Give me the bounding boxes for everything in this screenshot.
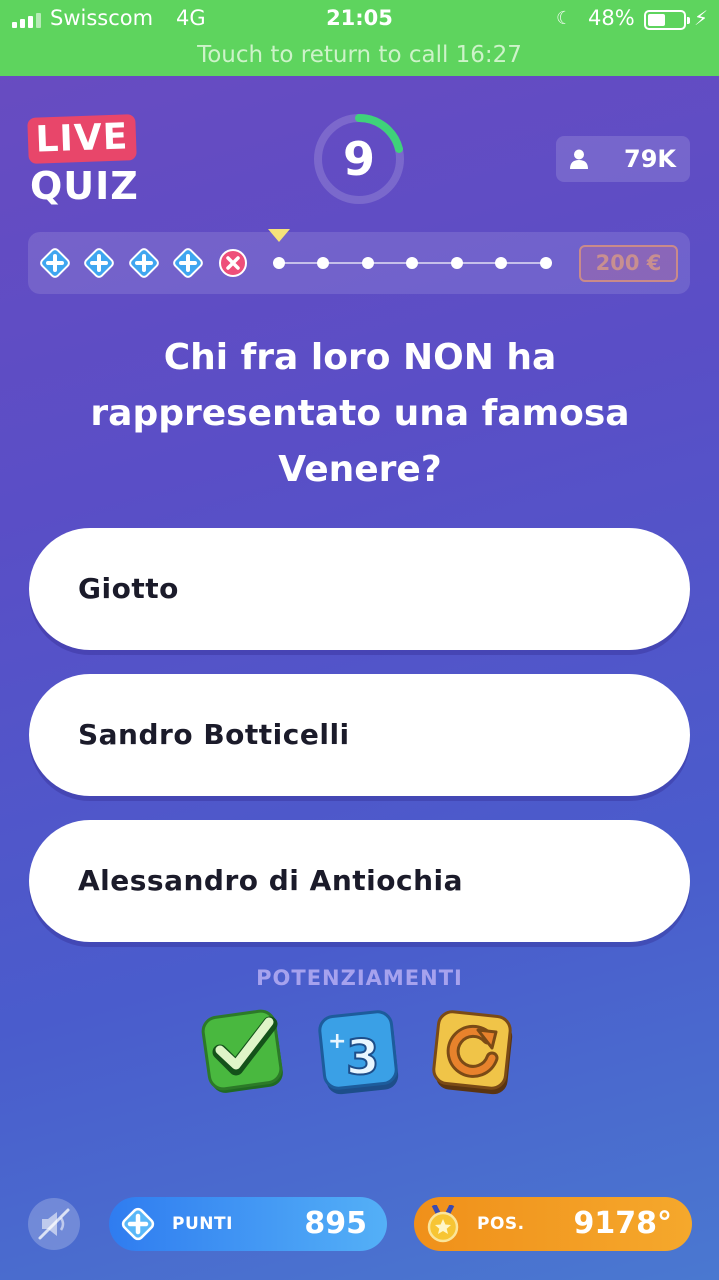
live-quiz-logo: LIVE QUIZ <box>27 114 139 212</box>
correct-step-icon <box>40 248 70 278</box>
refresh-icon <box>432 1010 513 1095</box>
wrong-step-icon <box>219 249 247 277</box>
battery-icon <box>644 10 690 30</box>
answer-option-2[interactable]: Sandro Botticelli <box>29 674 690 796</box>
person-icon <box>570 149 588 169</box>
viewer-count: 79K <box>556 136 690 182</box>
viewer-count-value: 79K <box>624 145 676 173</box>
status-bar[interactable]: Swisscom 4G 21:05 ☾ 48% ⚡ Touch to retur… <box>0 0 719 76</box>
question-text: Chi fra loro NON ha rappresentato una fa… <box>90 337 630 490</box>
charging-icon: ⚡ <box>694 6 709 30</box>
svg-text:3: 3 <box>346 1030 379 1086</box>
answer-label: Alessandro di Antiochia <box>78 864 463 897</box>
correct-step-icon <box>173 248 203 278</box>
points-label: PUNTI <box>172 1214 233 1234</box>
position-pill: POS. 9178° <box>414 1197 692 1251</box>
quiz-screen: Swisscom 4G 21:05 ☾ 48% ⚡ Touch to retur… <box>0 0 719 1280</box>
prize-badge: 200 € <box>579 245 678 282</box>
logo-quiz-text: QUIZ <box>30 164 139 208</box>
points-value: 895 <box>304 1206 367 1241</box>
pending-step-dot <box>317 257 329 269</box>
plus-three-icon: + 3 <box>318 1010 399 1095</box>
points-pill: PUNTI 895 <box>109 1197 387 1251</box>
answer-option-1[interactable]: Giotto <box>29 528 690 650</box>
checkmark-icon <box>201 1009 283 1093</box>
mute-button[interactable] <box>28 1198 80 1250</box>
answer-label: Giotto <box>78 572 179 605</box>
pending-step-dot <box>451 257 463 269</box>
pending-step-dot <box>495 257 507 269</box>
change-question-powerup[interactable] <box>430 1008 518 1098</box>
question-progress: 200 € <box>28 229 690 294</box>
svg-text:+: + <box>328 1029 346 1054</box>
pending-step-dot <box>406 257 418 269</box>
position-value: 9178° <box>573 1206 673 1241</box>
current-question-marker <box>268 229 290 242</box>
diamond-plus-icon <box>121 1207 155 1241</box>
answer-option-3[interactable]: Alessandro di Antiochia <box>29 820 690 942</box>
pending-step-dot <box>273 257 285 269</box>
moon-icon: ☾ <box>556 8 573 29</box>
logo-live-badge: LIVE <box>27 114 137 164</box>
powerups-title: POTENZIAMENTI <box>256 966 463 990</box>
return-to-call-banner[interactable]: Touch to return to call 16:27 <box>0 42 719 68</box>
medal-icon <box>427 1205 459 1243</box>
pending-step-dot <box>362 257 374 269</box>
pending-step-dot <box>540 257 552 269</box>
speaker-muted-icon <box>38 1208 70 1240</box>
correct-step-icon <box>129 248 159 278</box>
correct-step-icon <box>84 248 114 278</box>
extra-points-powerup[interactable]: + 3 <box>316 1008 404 1098</box>
correct-answer-powerup[interactable] <box>200 1008 288 1098</box>
countdown-timer: 9 <box>313 113 405 205</box>
timer-seconds: 9 <box>342 132 375 186</box>
battery-percentage: 48% <box>588 6 635 30</box>
answer-label: Sandro Botticelli <box>78 718 350 751</box>
position-label: POS. <box>477 1214 525 1234</box>
